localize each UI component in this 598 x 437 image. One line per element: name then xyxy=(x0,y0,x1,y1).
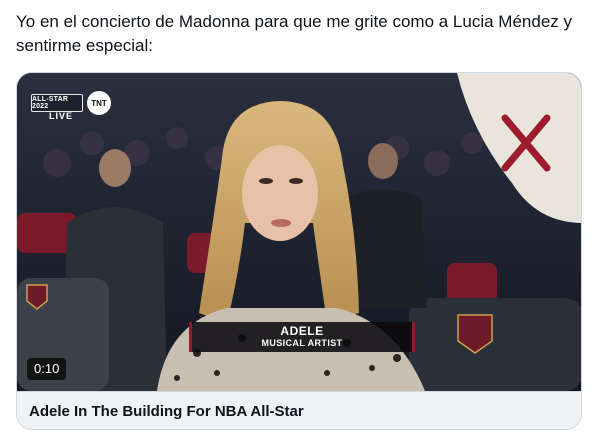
live-label: LIVE xyxy=(49,111,74,121)
lower-third: ADELE MUSICAL ARTIST xyxy=(189,322,415,352)
video-player[interactable]: ALL-STAR 2022 TNT LIVE ADELE MUSICAL ART… xyxy=(17,73,581,391)
tweet-text: Yo en el concierto de Madonna para que m… xyxy=(16,12,572,55)
media-card[interactable]: ALL-STAR 2022 TNT LIVE ADELE MUSICAL ART… xyxy=(16,72,582,430)
lower-third-name: ADELE xyxy=(280,324,324,338)
card-title[interactable]: Adele In The Building For NBA All-Star xyxy=(17,391,581,429)
video-duration-badge: 0:10 xyxy=(27,358,67,380)
nba-allstar-logo-icon: ALL-STAR 2022 xyxy=(31,94,83,112)
lower-third-role: MUSICAL ARTIST xyxy=(261,338,343,348)
tnt-logo-icon: TNT xyxy=(87,91,111,115)
